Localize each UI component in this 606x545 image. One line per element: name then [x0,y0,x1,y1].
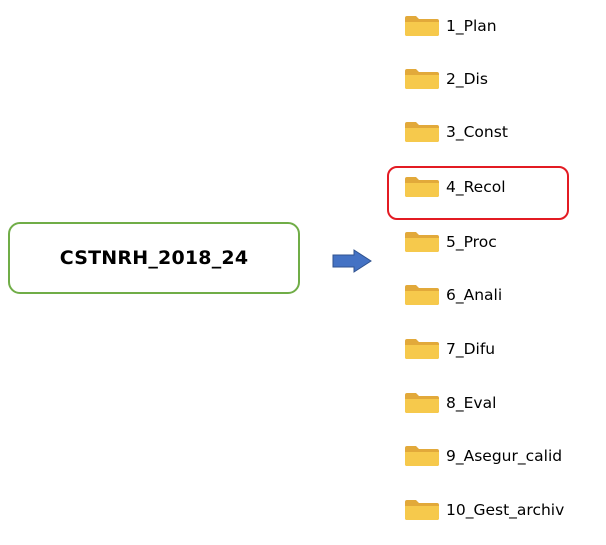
folder-icon [405,393,439,413]
folder-icon [405,232,439,252]
folder-label: 3_Const [446,123,508,141]
folder-icon [405,285,439,305]
folder-icon [405,446,439,466]
folder-icon [405,339,439,359]
folder-icon [405,500,439,520]
folder-label: 7_Difu [446,340,496,358]
folder-item[interactable]: 3_Const [404,116,508,148]
arrow-right-icon [332,249,372,273]
folder-item[interactable]: 9_Asegur_calid [404,440,562,472]
folder-icon [405,177,439,197]
folder-item-highlighted[interactable]: 4_Recol [404,171,506,203]
folder-label: 9_Asegur_calid [446,447,563,465]
folder-item[interactable]: 6_Anali [404,279,502,311]
folder-label: 4_Recol [446,178,506,196]
folder-item[interactable]: 2_Dis [404,63,488,95]
folder-icon [405,122,439,142]
project-box: CSTNRH_2018_24 [8,222,300,294]
folder-item[interactable]: 10_Gest_archiv [404,494,564,526]
folder-item[interactable]: 7_Difu [404,333,495,365]
folder-label: 2_Dis [446,70,488,88]
folder-icon [405,16,439,36]
folder-label: 10_Gest_archiv [446,501,565,519]
folder-icon [405,69,439,89]
project-label: CSTNRH_2018_24 [59,247,249,269]
folder-label: 6_Anali [446,286,503,304]
folder-item[interactable]: 8_Eval [404,387,496,419]
folder-label: 1_Plan [446,17,497,35]
folder-label: 5_Proc [446,233,497,251]
folder-label: 8_Eval [446,394,497,412]
folder-item[interactable]: 5_Proc [404,226,497,258]
folder-item[interactable]: 1_Plan [404,10,497,42]
